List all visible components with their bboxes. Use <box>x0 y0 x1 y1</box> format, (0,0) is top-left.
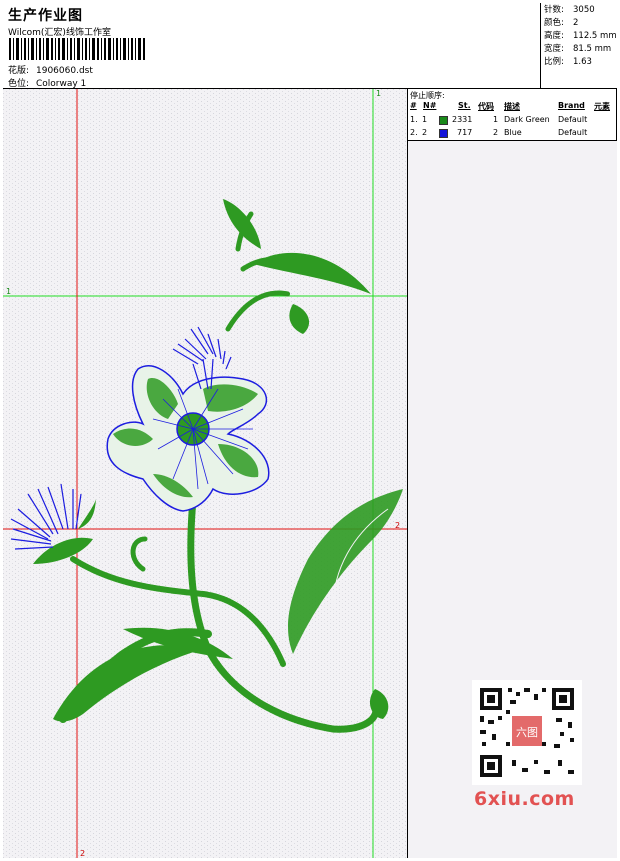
design-file-label: 花版: <box>8 66 30 76</box>
color-swatch <box>439 116 448 125</box>
stat-height: 高度: 112.5 mm <box>544 31 617 41</box>
col-brand: Brand <box>558 101 585 110</box>
col-description: 描述 <box>504 102 520 111</box>
design-file-value: 1906060.dst <box>36 66 93 76</box>
stop-row[interactable]: 2. 2 717 2 Blue Default <box>408 128 617 140</box>
header-panel: 生产作业图 Wilcom(汇宏)线饰工作室 花版: 1906060.dst 色位:… <box>3 3 617 89</box>
guide-label-red-bottom: 2 <box>80 849 85 858</box>
design-stats: 针数: 3050 颜色: 2 高度: 112.5 mm 宽度: 81.5 mm 比例: 1… <box>540 3 617 89</box>
colorway-value: Colorway 1 <box>36 79 87 89</box>
watermark-text: 6xiu.com <box>474 788 575 810</box>
stat-scale: 比例: 1.63 <box>544 57 592 67</box>
stat-stitches: 针数: 3050 <box>544 5 595 15</box>
color-swatch <box>439 129 448 138</box>
col-stitches: St. <box>458 101 471 110</box>
guide-label-red-right: 2 <box>395 521 400 530</box>
design-canvas[interactable]: 1 1 2 2 <box>3 89 408 858</box>
qr-code-image: 六图 <box>472 680 582 785</box>
page-title: 生产作业图 <box>8 8 83 24</box>
barcode-image <box>9 38 145 60</box>
colorway-line: 色位: Colorway 1 <box>8 76 86 89</box>
col-code: 代码 <box>478 102 494 111</box>
qr-center-label: 六图 <box>516 726 538 739</box>
guide-label-green-left: 1 <box>6 287 11 296</box>
col-index: # <box>410 101 417 110</box>
studio-name: Wilcom(汇宏)线饰工作室 <box>8 28 111 38</box>
col-element: 元素 <box>594 102 610 111</box>
design-file-line: 花版: 1906060.dst <box>8 63 93 76</box>
stop-sequence-caption: 停止顺序: <box>410 91 445 100</box>
stop-row[interactable]: 1. 1 2331 1 Dark Green Default <box>408 115 617 127</box>
embroidery-preview: 1 1 2 2 <box>3 89 407 858</box>
colorway-label: 色位: <box>8 79 30 89</box>
guide-label-green-top: 1 <box>376 89 381 98</box>
col-needle: N# <box>423 101 437 110</box>
stop-sequence-panel: 停止顺序: # N# St. 代码 描述 Brand 元素 1. 1 2331 … <box>408 89 617 141</box>
stat-width: 宽度: 81.5 mm <box>544 44 612 54</box>
stat-colors: 颜色: 2 <box>544 18 579 28</box>
